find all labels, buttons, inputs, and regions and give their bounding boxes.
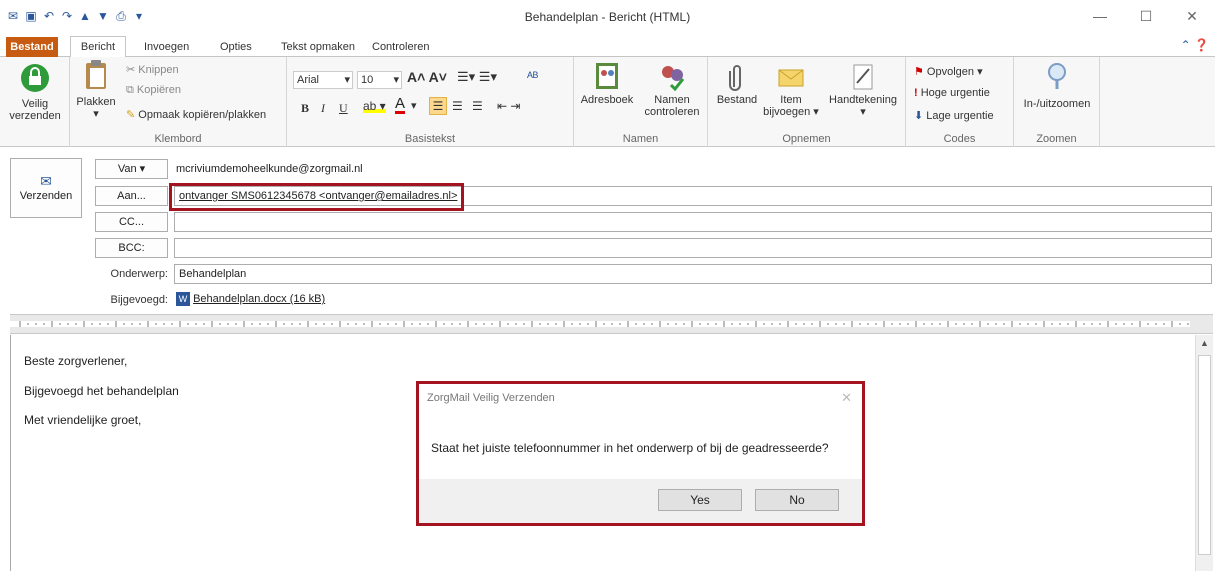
group-codes: ⚑ Opvolgen ▾ ! Hoge urgentie ⬇ Lage urge… <box>906 57 1014 147</box>
bcc-button[interactable]: BCC: <box>95 238 168 258</box>
address-book-icon <box>596 63 618 89</box>
signature-icon <box>853 64 873 90</box>
tab-bestand[interactable]: Bestand <box>6 37 58 57</box>
hoge-urgentie-button[interactable]: ! Hoge urgentie <box>914 87 990 99</box>
font-color-icon[interactable]: A <box>395 96 406 114</box>
lage-urgentie-button[interactable]: ⬇ Lage urgentie <box>914 109 994 122</box>
no-button[interactable]: No <box>755 489 839 511</box>
scissors-icon: ✂ <box>126 64 139 76</box>
ruler <box>10 314 1213 334</box>
exclamation-icon: ! <box>914 87 921 99</box>
lock-icon <box>21 64 49 92</box>
down-arrow-icon: ⬇ <box>914 110 927 122</box>
align-left-icon[interactable]: ☰ <box>429 97 447 115</box>
italic-button[interactable]: I <box>321 101 325 116</box>
check-names-icon <box>662 66 685 92</box>
clipboard-icon <box>86 60 106 89</box>
subject-field[interactable]: Behandelplan <box>174 264 1212 284</box>
indent-icon[interactable]: ⇤ ⇥ <box>497 99 520 113</box>
group-namen: Adresboek Namen controleren Namen <box>574 57 708 147</box>
word-doc-icon: W <box>176 292 190 306</box>
window-controls: — ☐ ✕ <box>1077 0 1215 32</box>
help-icon[interactable]: ⌃ ❓ <box>1181 38 1209 52</box>
chevron-down-icon: ▾ <box>344 74 350 86</box>
send-button[interactable]: ✉ Verzenden <box>10 158 82 218</box>
bold-button[interactable]: B <box>301 101 309 116</box>
plakken-button[interactable]: Plakken ▾ <box>74 59 118 120</box>
group-veilig: Veilig verzenden <box>0 57 70 147</box>
body-greeting: Beste zorgverlener, <box>24 354 128 368</box>
envelope-icon <box>778 69 804 87</box>
group-basistekst: Arial ▾ 10 ▾ A˄ A˅ ☰▾ ☰▾ ᴬᴮ B I U ab ▾ A ▾… <box>287 57 574 147</box>
grow-font-icon[interactable]: A˄ A˅ <box>407 69 447 85</box>
group-klembord: Plakken ▾ ✂ Knippen ⧉ Kopiëren ✎ Opmaak … <box>70 57 287 147</box>
zoom-button[interactable]: In-/uitzoomen <box>1018 61 1096 110</box>
minimize-icon[interactable]: — <box>1077 0 1123 32</box>
maximize-icon[interactable]: ☐ <box>1123 0 1169 32</box>
font-select[interactable]: Arial ▾ <box>293 71 353 89</box>
from-value: mcriviumdemoheelkunde@zorgmail.nl <box>176 163 363 175</box>
tab-controleren[interactable]: Controleren <box>372 37 429 57</box>
ruler-ticks <box>10 321 1190 327</box>
brush-icon: ✎ <box>126 109 139 121</box>
subject-label: Onderwerp: <box>110 268 168 280</box>
kopieren-button[interactable]: ⧉ Kopiëren <box>126 84 181 97</box>
chevron-down-icon: ▾ <box>393 74 399 86</box>
paperclip-icon <box>729 65 741 91</box>
recipient-highlight <box>169 183 464 211</box>
attachment-label: Bijgevoegd: <box>110 294 169 306</box>
namen-controleren-button[interactable]: Namen controleren <box>640 61 704 118</box>
tab-opties[interactable]: Opties <box>220 37 252 57</box>
opvolgen-button[interactable]: ⚑ Opvolgen ▾ <box>914 65 983 78</box>
dialog-message: Staat het juiste telefoonnummer in het o… <box>431 441 829 455</box>
close-icon[interactable]: ✕ <box>1169 0 1215 32</box>
dialog-title: ZorgMail Veilig Verzenden <box>427 392 555 404</box>
magnifier-icon <box>1048 63 1066 89</box>
send-envelope-icon: ✉ <box>40 173 52 189</box>
body-text: Bijgevoegd het behandelplan <box>24 384 179 398</box>
group-opnemen: Bestand Item bijvoegen ▾ Handtekening ▾ … <box>708 57 906 147</box>
tab-invoegen[interactable]: Invoegen <box>144 37 189 57</box>
chevron-down-icon[interactable]: ▾ <box>411 99 417 112</box>
chevron-down-icon: ▾ <box>93 108 99 120</box>
tab-bericht[interactable]: Bericht <box>70 36 126 58</box>
adresboek-button[interactable]: Adresboek <box>578 61 636 106</box>
to-button[interactable]: Aan... <box>95 186 168 206</box>
window-title: Behandelplan - Bericht (HTML) <box>524 10 691 24</box>
ribbon: Veilig verzenden Plakken ▾ ✂ Knippen ⧉ K… <box>0 57 1215 147</box>
align-right-icon[interactable]: ☰ <box>472 99 483 113</box>
title-bar: ✉ ▣ ↶ ↷ ▲ ▼ ⎙ ▾ Behandelplan - Bericht (… <box>0 0 1215 34</box>
highlight-icon[interactable]: ab ▾ <box>363 99 386 113</box>
scroll-up-icon[interactable]: ▲ <box>1196 338 1213 348</box>
cc-button[interactable]: CC... <box>95 212 168 232</box>
item-bijvoegen-button[interactable]: Item bijvoegen ▾ <box>760 61 822 118</box>
body-closing: Met vriendelijke groet, <box>24 413 142 427</box>
size-select[interactable]: 10 ▾ <box>357 71 402 89</box>
vertical-scrollbar[interactable]: ▲ <box>1195 335 1213 571</box>
list-icon[interactable]: ☰▾ ☰▾ <box>457 69 497 85</box>
ribbon-tabs: Bestand Bericht Invoegen Opties Tekst op… <box>0 35 1215 58</box>
opmaak-button[interactable]: ✎ Opmaak kopiëren/plakken <box>126 108 266 121</box>
clear-format-icon[interactable]: ᴬᴮ <box>527 69 538 84</box>
group-zoomen: In-/uitzoomen Zoomen <box>1014 57 1100 147</box>
attachment-item[interactable]: W Behandelplan.docx (16 kB) <box>176 292 325 306</box>
close-icon[interactable]: ✕ <box>841 390 852 406</box>
from-button[interactable]: Van ▾ <box>95 159 168 179</box>
bestand-button[interactable]: Bestand <box>712 61 762 106</box>
bcc-field[interactable] <box>174 238 1212 258</box>
veilig-verzenden-button[interactable]: Veilig verzenden <box>4 61 66 122</box>
handtekening-button[interactable]: Handtekening ▾ <box>822 61 904 118</box>
align-center-icon[interactable]: ☰ <box>452 99 463 113</box>
dialog-footer: Yes No <box>419 479 862 523</box>
copy-icon: ⧉ <box>126 84 137 96</box>
underline-button[interactable]: U <box>339 101 348 116</box>
scroll-thumb[interactable] <box>1198 355 1211 555</box>
flag-icon: ⚑ <box>914 66 927 78</box>
yes-button[interactable]: Yes <box>658 489 742 511</box>
knippen-button[interactable]: ✂ Knippen <box>126 63 179 76</box>
cc-field[interactable] <box>174 212 1212 232</box>
tab-tekst-opmaken[interactable]: Tekst opmaken <box>281 37 355 57</box>
confirm-dialog: ZorgMail Veilig Verzenden ✕ Staat het ju… <box>416 381 865 526</box>
